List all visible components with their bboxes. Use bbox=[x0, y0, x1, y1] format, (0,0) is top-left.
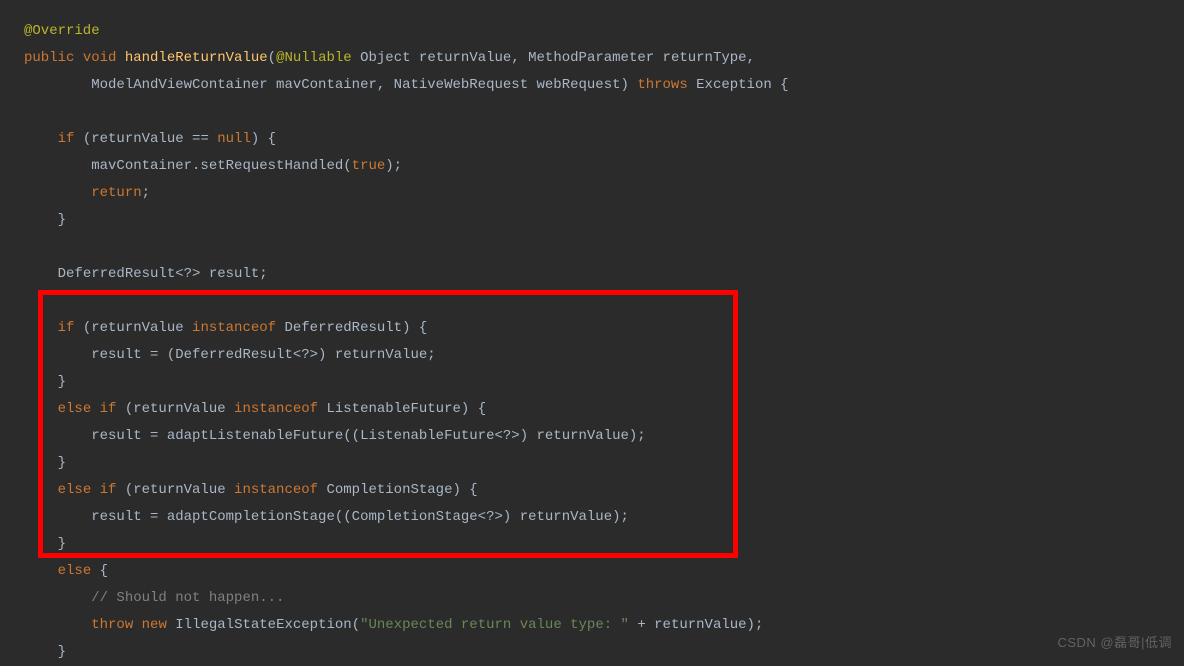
annotation-override: @Override bbox=[24, 23, 100, 39]
code-line: throw new IllegalStateException("Unexpec… bbox=[24, 612, 1184, 639]
code-line: ModelAndViewContainer mavContainer, Nati… bbox=[24, 72, 1184, 99]
method-name: handleReturnValue bbox=[125, 50, 268, 66]
string-literal: "Unexpected return value type: " bbox=[360, 617, 629, 633]
code-line: else if (returnValue instanceof Listenab… bbox=[24, 396, 1184, 423]
watermark: CSDN @磊哥|低调 bbox=[1057, 629, 1172, 656]
code-line: DeferredResult<?> result; bbox=[24, 261, 1184, 288]
code-line: mavContainer.setRequestHandled(true); bbox=[24, 153, 1184, 180]
code-line bbox=[24, 99, 1184, 126]
code-line: if (returnValue == null) { bbox=[24, 126, 1184, 153]
code-line bbox=[24, 288, 1184, 315]
code-line: } bbox=[24, 450, 1184, 477]
code-line: public void handleReturnValue(@Nullable … bbox=[24, 45, 1184, 72]
code-line: } bbox=[24, 207, 1184, 234]
code-line bbox=[24, 234, 1184, 261]
code-line: // Should not happen... bbox=[24, 585, 1184, 612]
code-line: else { bbox=[24, 558, 1184, 585]
code-line: if (returnValue instanceof DeferredResul… bbox=[24, 315, 1184, 342]
code-line: result = adaptCompletionStage((Completio… bbox=[24, 504, 1184, 531]
code-line: } bbox=[24, 531, 1184, 558]
code-line: } bbox=[24, 369, 1184, 396]
code-line: return; bbox=[24, 180, 1184, 207]
code-line: @Override bbox=[24, 18, 1184, 45]
code-line: else if (returnValue instanceof Completi… bbox=[24, 477, 1184, 504]
code-editor: @Override public void handleReturnValue(… bbox=[24, 18, 1184, 666]
code-line: } bbox=[24, 639, 1184, 666]
comment: // Should not happen... bbox=[91, 590, 284, 606]
code-line: result = adaptListenableFuture((Listenab… bbox=[24, 423, 1184, 450]
code-line: result = (DeferredResult<?>) returnValue… bbox=[24, 342, 1184, 369]
